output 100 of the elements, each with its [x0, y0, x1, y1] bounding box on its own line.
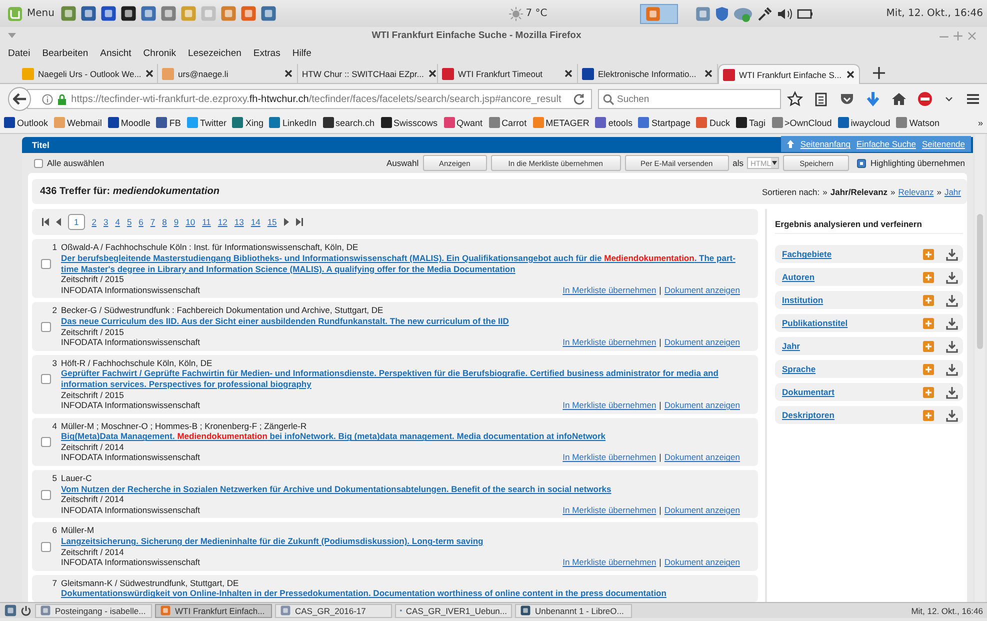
page-link[interactable]: 14 [250, 217, 260, 228]
result-action-link[interactable]: Dokument anzeigen [664, 400, 740, 411]
browser-tab[interactable]: Elektronische Informatio... [578, 64, 718, 83]
bookmark-item[interactable]: iwaycloud [838, 117, 890, 128]
checkbox[interactable] [41, 490, 51, 500]
bookmark-item[interactable]: Tagi [736, 117, 766, 128]
close-icon[interactable] [564, 69, 573, 78]
scrollbar[interactable] [975, 134, 985, 602]
menu-item[interactable]: Lesezeichen [184, 48, 250, 58]
bookmark-item[interactable]: METAGER [532, 117, 590, 128]
page-link[interactable]: 11 [202, 217, 211, 228]
page-link[interactable]: 12 [218, 217, 228, 228]
previous-page-icon[interactable] [56, 218, 61, 226]
page-link[interactable]: 6 [138, 217, 144, 228]
download-icon[interactable] [946, 270, 958, 284]
page-link[interactable]: 7 [150, 217, 156, 228]
result-action-link[interactable]: Dokument anzeigen [664, 284, 740, 296]
expand-icon[interactable] [923, 318, 934, 329]
taskbar-button[interactable]: Posteingang - isabelle... [35, 604, 152, 618]
download-arrow-icon[interactable] [865, 91, 881, 107]
page-link[interactable]: 5 [126, 217, 132, 228]
result-title-link[interactable]: Geprüfter Fachwirt / Geprüfte Fachwirtin für Medien- und Informationsdienste. Perspektiven für die Berufsbiografie. Certified business administrator for media and information services. Perspectives for professional biography [61, 368, 740, 390]
facet-link[interactable]: Autoren [782, 272, 911, 282]
adblock-icon[interactable] [917, 91, 933, 107]
result-action-link[interactable]: In Merkliste übernehmen [562, 557, 656, 568]
menu-item[interactable]: Chronik [139, 48, 184, 58]
download-icon[interactable] [946, 248, 958, 261]
bookmark-item[interactable]: Watson [896, 117, 940, 128]
page-link[interactable]: 1 [68, 214, 85, 230]
expand-icon[interactable] [923, 340, 934, 352]
checkbox[interactable] [41, 542, 51, 552]
speaker-icon[interactable] [777, 6, 794, 20]
expand-icon[interactable] [923, 364, 934, 375]
page-link[interactable]: 10 [186, 217, 196, 228]
taskbar-button[interactable]: WTI Frankfurt Einfach... [155, 604, 272, 618]
facet-link[interactable]: Fachgebiete [782, 249, 911, 260]
result-title-link[interactable]: Vom Nutzen der Recherche in Sozialen Netzwerken für Archive und Dokumentationsabtelungen. Benefit of the search in social networks [61, 484, 740, 494]
page-link[interactable]: 2 [92, 217, 96, 228]
sort-option[interactable]: Jahr [944, 186, 961, 197]
bookmark-item[interactable]: Outlook [4, 117, 48, 128]
page-link[interactable]: 8 [162, 217, 167, 228]
page-link[interactable]: 3 [103, 217, 108, 228]
address-field[interactable]: https://tecfinder-wti-frankfurt-de.ezproxy.fh-htwchur.ch/tecfinder/faces/facelets/search/search.jsp#ancore_result [27, 89, 592, 109]
close-icon[interactable] [145, 69, 154, 78]
pocket-icon[interactable] [839, 91, 855, 107]
browser-tab[interactable]: HTW Chur :: SWITCHaai EZpr... [298, 64, 438, 83]
taskbar-button[interactable]: CAS_GR_IVER1_Uebun... [395, 604, 512, 618]
bookmark-item[interactable]: Twitter [186, 117, 226, 128]
result-title-link[interactable]: Dokumentationswürdigkeit von Online-Inhalten in der Pressedokumentation. Documentation worthiness of online content in the press documentation [61, 588, 740, 599]
result-action-link[interactable]: In Merkliste übernehmen [562, 400, 656, 411]
taskbar-button[interactable]: Unbenannt 1 - LibreO... [515, 604, 632, 618]
bookmark-item[interactable]: Xing [232, 117, 264, 128]
result-action-link[interactable]: Dokument anzeigen [664, 337, 740, 348]
checkbox[interactable] [41, 374, 51, 384]
menu-item[interactable]: Hilfe [288, 48, 320, 58]
result-action-link[interactable]: Dokument anzeigen [664, 452, 740, 464]
bookmark-item[interactable]: >OwnCloud [772, 117, 832, 128]
checkbox[interactable] [41, 258, 51, 269]
facet-link[interactable]: Sprache [782, 364, 911, 374]
expand-icon[interactable] [923, 294, 934, 306]
launcher-icon[interactable] [100, 5, 118, 22]
first-page-icon[interactable] [42, 218, 49, 226]
page-link[interactable]: 4 [115, 217, 120, 228]
launcher-icon[interactable] [120, 5, 138, 22]
checkbox[interactable] [41, 437, 51, 448]
result-title-link[interactable]: Langzeitsicherung. Sicherung der Medieninhalte für die Zukunft (Podiumsdiskussion). Long-term saving [61, 536, 740, 547]
menu-item[interactable]: Bearbeiten [38, 48, 96, 58]
bookmark-item[interactable]: Carrot [488, 117, 527, 128]
star-icon[interactable] [787, 91, 803, 107]
plug-icon[interactable] [757, 6, 774, 22]
window-switcher[interactable] [640, 4, 678, 24]
more-bookmarks-button[interactable]: » [978, 118, 983, 128]
power-icon[interactable] [20, 604, 32, 616]
clipboard-icon[interactable] [813, 91, 829, 107]
browser-tab[interactable]: WTI Frankfurt Einfache S... [718, 64, 860, 84]
browser-tab[interactable]: urs@naege.li [158, 64, 298, 83]
bookmark-item[interactable]: Swisscows [380, 117, 438, 128]
checkbox[interactable] [857, 158, 866, 168]
bookmark-item[interactable]: etools [595, 117, 632, 128]
next-page-icon[interactable] [284, 218, 289, 226]
menu-icon[interactable] [965, 91, 981, 107]
facet-link[interactable]: Jahr [782, 341, 911, 352]
browser-tab[interactable]: WTI Frankfurt Timeout [438, 64, 578, 83]
page-link[interactable]: 9 [174, 217, 179, 228]
close-icon[interactable] [284, 69, 293, 78]
result-title-link[interactable]: Der berufsbegleitende Masterstudiengang Bibliotheks- und Informationswissenschaft (MALIS). Ein Qualifikationsangebot auch für die Mediendokumentation. The part-time Master's degree in Library and Information Science (MALIS). A qualifying offer for the Media Documentation [61, 252, 740, 274]
taskbar-button[interactable]: CAS_GR_2016-17 [275, 604, 392, 618]
page-nav-link[interactable]: Seitenanfang [800, 139, 850, 150]
bookmark-item[interactable]: Startpage [638, 117, 690, 128]
result-action-link[interactable]: In Merkliste übernehmen [562, 284, 656, 296]
result-action-link[interactable]: Dokument anzeigen [664, 557, 740, 568]
menu-item[interactable]: Ansicht [96, 48, 140, 58]
facet-link[interactable]: Dokumentart [782, 387, 911, 398]
back-button[interactable] [8, 87, 32, 111]
bookmark-item[interactable]: Qwant [444, 117, 483, 128]
download-icon[interactable] [946, 386, 958, 399]
menu-item[interactable]: Extras [249, 48, 288, 58]
home-icon[interactable] [891, 91, 907, 107]
facet-link[interactable]: Institution [782, 295, 911, 306]
expand-icon[interactable] [923, 386, 934, 398]
